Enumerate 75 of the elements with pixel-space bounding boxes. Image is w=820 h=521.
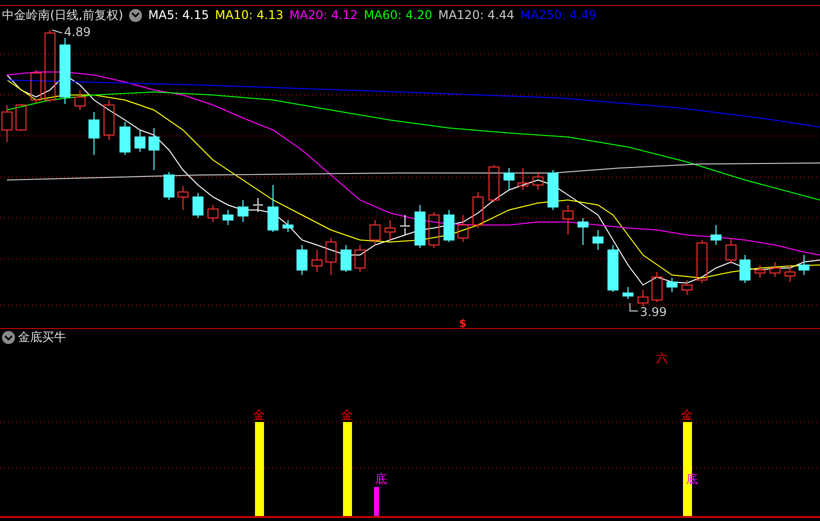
candlestick	[488, 164, 500, 202]
candlestick	[134, 130, 146, 152]
signal-label: 金	[341, 408, 353, 422]
moving-average-value: MA120: 4.44	[438, 8, 514, 22]
candlestick	[296, 244, 308, 276]
candlestick	[370, 220, 380, 246]
candlestick	[798, 254, 810, 276]
candlestick	[268, 184, 278, 232]
moving-average-value: MA60: 4.20	[364, 8, 432, 22]
candlestick	[282, 220, 294, 232]
stock-title: 中金岭南(日线,前复权)	[2, 6, 124, 24]
candlestick	[312, 250, 322, 272]
candlestick	[592, 230, 604, 250]
candlestick	[740, 254, 750, 284]
signal-label: 六	[656, 351, 668, 365]
candlestick	[518, 168, 528, 190]
dropdown-icon[interactable]	[2, 331, 15, 344]
candlestick	[222, 210, 234, 226]
candlestick	[252, 198, 264, 212]
candlestick	[444, 210, 454, 242]
moving-average-value: MA20: 4.12	[289, 8, 358, 22]
candlestick	[2, 104, 12, 142]
candlestick	[384, 220, 396, 240]
candlestick	[88, 112, 100, 156]
candlestick	[414, 204, 426, 248]
leader-line	[52, 30, 62, 34]
candlestick	[208, 204, 218, 222]
candlestick	[578, 218, 588, 246]
candlestick	[472, 192, 484, 228]
candlestick	[192, 192, 204, 218]
candlestick	[354, 244, 366, 272]
moving-average-value: MA250: 4.49	[520, 8, 596, 22]
candlestick	[726, 238, 736, 264]
candlestick	[428, 212, 440, 248]
signal-label: 金	[253, 408, 265, 422]
moving-average-value: MA10: 4.13	[214, 8, 284, 22]
candlestick	[608, 244, 618, 292]
signal-label: 底	[375, 472, 387, 486]
low-price-label: 3.99	[640, 305, 667, 319]
signal-label: 底	[686, 472, 698, 486]
candlestick	[784, 266, 796, 282]
candlestick	[178, 186, 188, 210]
candlestick	[16, 104, 26, 132]
candlestick	[696, 240, 708, 284]
candlestick	[120, 122, 130, 156]
signal-bar	[374, 487, 379, 516]
candlestick	[458, 214, 468, 242]
indicator-title: 金底买牛	[18, 329, 66, 346]
candlestick	[710, 224, 722, 246]
candlestick	[164, 172, 174, 200]
candlestick	[652, 272, 662, 302]
candlestick	[238, 200, 248, 222]
candlestick	[622, 286, 634, 300]
candlestick	[638, 290, 648, 306]
moving-average-value: MA5: 4.15	[148, 8, 209, 22]
candlestick	[504, 168, 514, 190]
candlestick	[562, 204, 574, 236]
high-price-label: 4.89	[64, 25, 91, 39]
candlestick	[548, 170, 558, 210]
candlestick	[340, 244, 352, 272]
candlestick	[60, 38, 70, 104]
leader-line	[630, 302, 638, 312]
dropdown-icon[interactable]	[129, 8, 142, 22]
candlestick	[400, 214, 410, 236]
candlestick	[682, 280, 692, 296]
candlestick	[326, 238, 336, 276]
candlestick	[754, 264, 766, 278]
candlestick	[770, 262, 780, 278]
candlestick	[30, 70, 42, 104]
candlestick	[148, 128, 160, 170]
candlestick	[104, 100, 114, 140]
candlestick	[666, 278, 678, 292]
candlestick	[74, 90, 86, 110]
candlestick	[532, 172, 544, 190]
signal-label: 金	[681, 408, 693, 422]
